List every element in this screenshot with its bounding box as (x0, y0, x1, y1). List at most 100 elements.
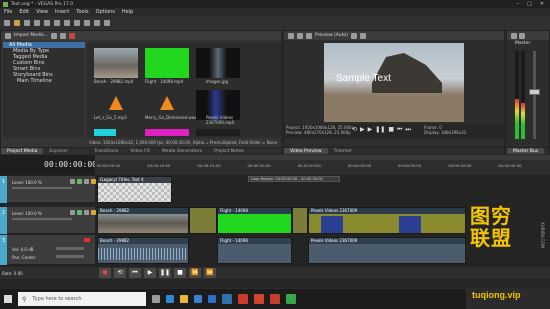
paste-icon[interactable] (64, 20, 70, 26)
media-thumb-images[interactable] (196, 48, 240, 78)
close-button[interactable]: ✕ (540, 1, 544, 7)
go-to-start-button[interactable]: ⏪ (189, 268, 201, 278)
timeline-scrollbar[interactable] (0, 279, 550, 288)
properties-icon[interactable] (60, 32, 67, 39)
track-pan-slider[interactable] (56, 255, 84, 258)
clip-pexels-audio[interactable]: Pexels Videos 2367009 (308, 237, 466, 264)
play-icon[interactable]: ▶ (368, 127, 373, 133)
master-fader[interactable] (529, 89, 540, 95)
track-header-1[interactable]: 1 Level: 100.0 % (0, 176, 96, 203)
maximize-button[interactable]: □ (527, 1, 532, 7)
play-button[interactable]: ▶ (144, 268, 156, 278)
copy-icon[interactable] (54, 20, 60, 26)
open-folder-icon[interactable] (14, 20, 20, 26)
track-motion-icon[interactable] (70, 179, 75, 184)
preview-settings-icon[interactable] (288, 32, 294, 39)
media-thumb-beach[interactable] (94, 48, 138, 78)
tab-project-media[interactable]: Project Media (1, 148, 44, 154)
track-header-3[interactable]: 3 Vol: 0.0 dB Pan: Center (0, 235, 95, 265)
menu-file[interactable]: File (4, 9, 12, 15)
next-frame-icon[interactable]: ⏭ (405, 127, 410, 133)
master-fx-icon[interactable] (511, 32, 517, 39)
menu-insert[interactable]: Insert (55, 9, 69, 15)
go-to-end-button[interactable]: ⏩ (204, 268, 216, 278)
import-media-icon[interactable] (5, 32, 11, 39)
tab-media-generators[interactable]: Media Generators (156, 148, 208, 154)
properties-icon[interactable] (34, 20, 40, 26)
tab-explorer[interactable]: Explorer (43, 148, 74, 154)
track-fx-icon[interactable] (77, 179, 82, 184)
media-thumb-flight[interactable] (145, 48, 189, 78)
save-snapshot-icon[interactable] (359, 32, 366, 39)
menu-options[interactable]: Options (96, 9, 115, 15)
menu-help[interactable]: Help (122, 9, 133, 15)
track-volume-slider[interactable] (56, 247, 84, 250)
menu-view[interactable]: View (36, 9, 48, 15)
capture-icon[interactable] (51, 32, 58, 39)
app-red-icon[interactable] (238, 294, 248, 304)
clip-gap-video-2[interactable] (292, 207, 308, 234)
pause-icon[interactable]: ❚❚ (375, 127, 385, 133)
undo-icon[interactable] (74, 20, 80, 26)
mail-icon[interactable] (208, 295, 216, 303)
track-level-slider[interactable] (12, 218, 72, 220)
help-icon[interactable] (104, 20, 110, 26)
app-green-icon[interactable] (286, 294, 296, 304)
marker-bar[interactable] (95, 155, 550, 160)
track-fx-icon[interactable] (77, 210, 82, 215)
import-media-button[interactable]: Import Media... (14, 33, 48, 38)
play-from-start-button[interactable]: ⏮ (129, 268, 141, 278)
edge-browser-icon[interactable] (166, 295, 174, 303)
tab-video-fx[interactable]: Video FX (124, 148, 156, 154)
track-solo-icon[interactable] (91, 179, 96, 184)
render-icon[interactable] (94, 20, 100, 26)
track-level-slider[interactable] (12, 187, 72, 189)
save-icon[interactable] (24, 20, 30, 26)
overlays-icon[interactable] (306, 32, 312, 39)
prev-frame-icon[interactable]: ⏮ (397, 127, 402, 133)
taskbar-search-box[interactable]: ⚲ Type here to search (18, 292, 146, 306)
track-header-2[interactable]: 2 Level: 100.0 % (0, 207, 96, 234)
track-mute-icon[interactable] (84, 210, 89, 215)
task-view-icon[interactable] (152, 295, 160, 303)
app-red-icon-2[interactable] (254, 294, 264, 304)
tab-project-notes[interactable]: Project Notes (208, 148, 250, 154)
clip-flight-audio[interactable]: Flight - 14098 (217, 237, 292, 264)
tab-trimmer[interactable]: Trimmer (328, 148, 359, 154)
track-mute-icon[interactable] (84, 179, 89, 184)
track-solo-icon[interactable] (91, 210, 96, 215)
clip-gap-video[interactable] (189, 207, 217, 234)
vegas-taskbar-icon[interactable] (222, 294, 232, 304)
record-button[interactable]: ● (99, 268, 111, 278)
preview-quality-dropdown[interactable]: Preview (Auto) (315, 33, 348, 38)
stop-icon[interactable]: ■ (388, 127, 394, 133)
media-thumb-color-3[interactable] (196, 129, 240, 136)
stop-button[interactable]: ■ (174, 268, 186, 278)
split-screen-icon[interactable] (297, 32, 303, 39)
play-from-start-icon[interactable]: ▶ (360, 127, 365, 133)
menu-edit[interactable]: Edit (19, 9, 29, 15)
remove-icon[interactable] (69, 32, 76, 39)
tab-video-preview[interactable]: Video Preview (284, 148, 328, 154)
minimize-button[interactable]: – (517, 1, 520, 7)
pause-button[interactable]: ❚❚ (159, 268, 171, 278)
tab-master-bus[interactable]: Master Bus (507, 148, 545, 154)
tree-item-main-timeline[interactable]: Main Timeline (3, 78, 85, 84)
clip-flight-video[interactable]: Flight - 14098 (217, 207, 292, 234)
track-motion-icon[interactable] (70, 210, 75, 215)
clip-beach-audio[interactable]: Beach - 29882 (97, 237, 189, 264)
menu-tools[interactable]: Tools (76, 9, 88, 15)
loop-playback-button[interactable]: ⟲ (114, 268, 126, 278)
master-settings-icon[interactable] (519, 32, 525, 39)
media-thumb-color-2[interactable] (145, 129, 189, 136)
store-icon[interactable] (194, 295, 202, 303)
copy-snapshot-icon[interactable] (350, 32, 357, 39)
clip-beach-video[interactable]: Beach - 29882 (97, 207, 189, 234)
media-thumb-color-1[interactable] (94, 129, 116, 136)
record-arm-icon[interactable] (84, 238, 90, 242)
clip-pexels-video[interactable]: Pexels Videos 2367009 (308, 207, 466, 234)
cut-icon[interactable] (44, 20, 50, 26)
redo-icon[interactable] (84, 20, 90, 26)
file-explorer-icon[interactable] (180, 295, 188, 303)
windows-start-icon[interactable] (4, 295, 12, 303)
